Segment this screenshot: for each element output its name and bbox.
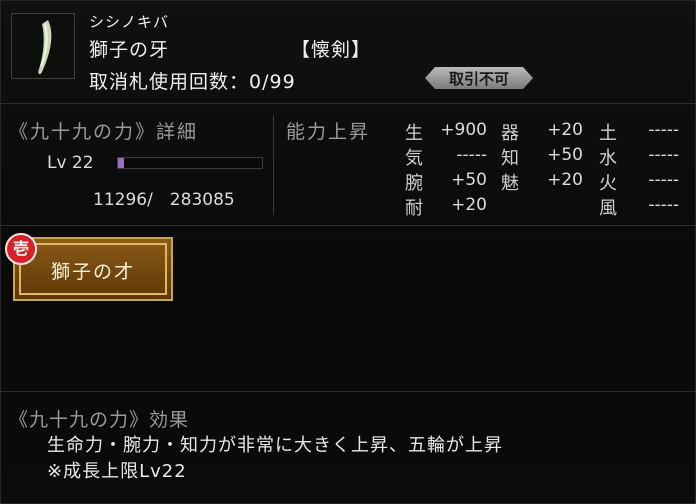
divider-vertical: [273, 115, 274, 215]
stat-key: 風: [599, 198, 617, 219]
stat-value: -----: [648, 195, 679, 215]
stat-key: 気: [405, 148, 423, 169]
effect-line-2: ※成長上限Lv22: [47, 461, 187, 482]
stat-value: +20: [451, 195, 487, 215]
divider-middle: [1, 225, 696, 226]
item-icon-frame[interactable]: [11, 13, 75, 79]
stat-key: 耐: [405, 198, 423, 219]
stat-value: -----: [456, 145, 487, 165]
stat-key: 生: [405, 123, 423, 144]
trade-badge: 取引不可: [425, 67, 533, 89]
stat-value: +900: [440, 120, 487, 140]
trade-badge-label: 取引不可: [448, 70, 509, 88]
stat-value: +20: [547, 120, 583, 140]
stat-key: 魅: [501, 173, 519, 194]
stat-key: 土: [599, 123, 617, 144]
stat-value: -----: [648, 145, 679, 165]
item-detail-panel: シシノキバ 獅子の牙 【懐剣】 取消札使用回数：0/99 取引不可 《九十九の力…: [0, 0, 696, 504]
stat-value: +50: [547, 145, 583, 165]
stat-value: -----: [648, 170, 679, 190]
stat-key: 器: [501, 123, 519, 144]
detail-header: 《九十九の力》詳細: [9, 121, 199, 143]
skill-rank-badge: 壱: [5, 233, 37, 265]
divider-bottom: [1, 391, 696, 392]
item-category: 【懐剣】: [291, 39, 372, 61]
skill-name: 獅子の才: [50, 261, 135, 283]
exp-bar-fill: [118, 158, 124, 168]
stat-value: +50: [451, 170, 487, 190]
divider-top: [1, 103, 696, 104]
stat-key: 水: [599, 148, 617, 169]
item-kana: シシノキバ: [89, 13, 170, 31]
cancel-count-label: 取消札使用回数：0/99: [89, 71, 296, 93]
stat-value: +20: [547, 170, 583, 190]
stat-value: -----: [648, 120, 679, 140]
fang-icon: [38, 20, 52, 75]
stats-header: 能力上昇: [286, 121, 371, 143]
item-name: 獅子の牙: [89, 39, 170, 61]
effect-line-1: 生命力・腕力・知力が非常に大きく上昇、五輪が上昇: [47, 435, 503, 456]
stat-key: 腕: [405, 173, 423, 194]
level-label: Lv 22: [47, 153, 94, 173]
stat-key: 知: [501, 148, 519, 169]
exp-bar: [117, 157, 263, 169]
stat-key: 火: [599, 173, 617, 194]
effect-header: 《九十九の力》効果: [9, 409, 190, 431]
skill-slot[interactable]: 獅子の才: [13, 237, 173, 301]
exp-value: 11296/ 283085: [93, 190, 235, 210]
